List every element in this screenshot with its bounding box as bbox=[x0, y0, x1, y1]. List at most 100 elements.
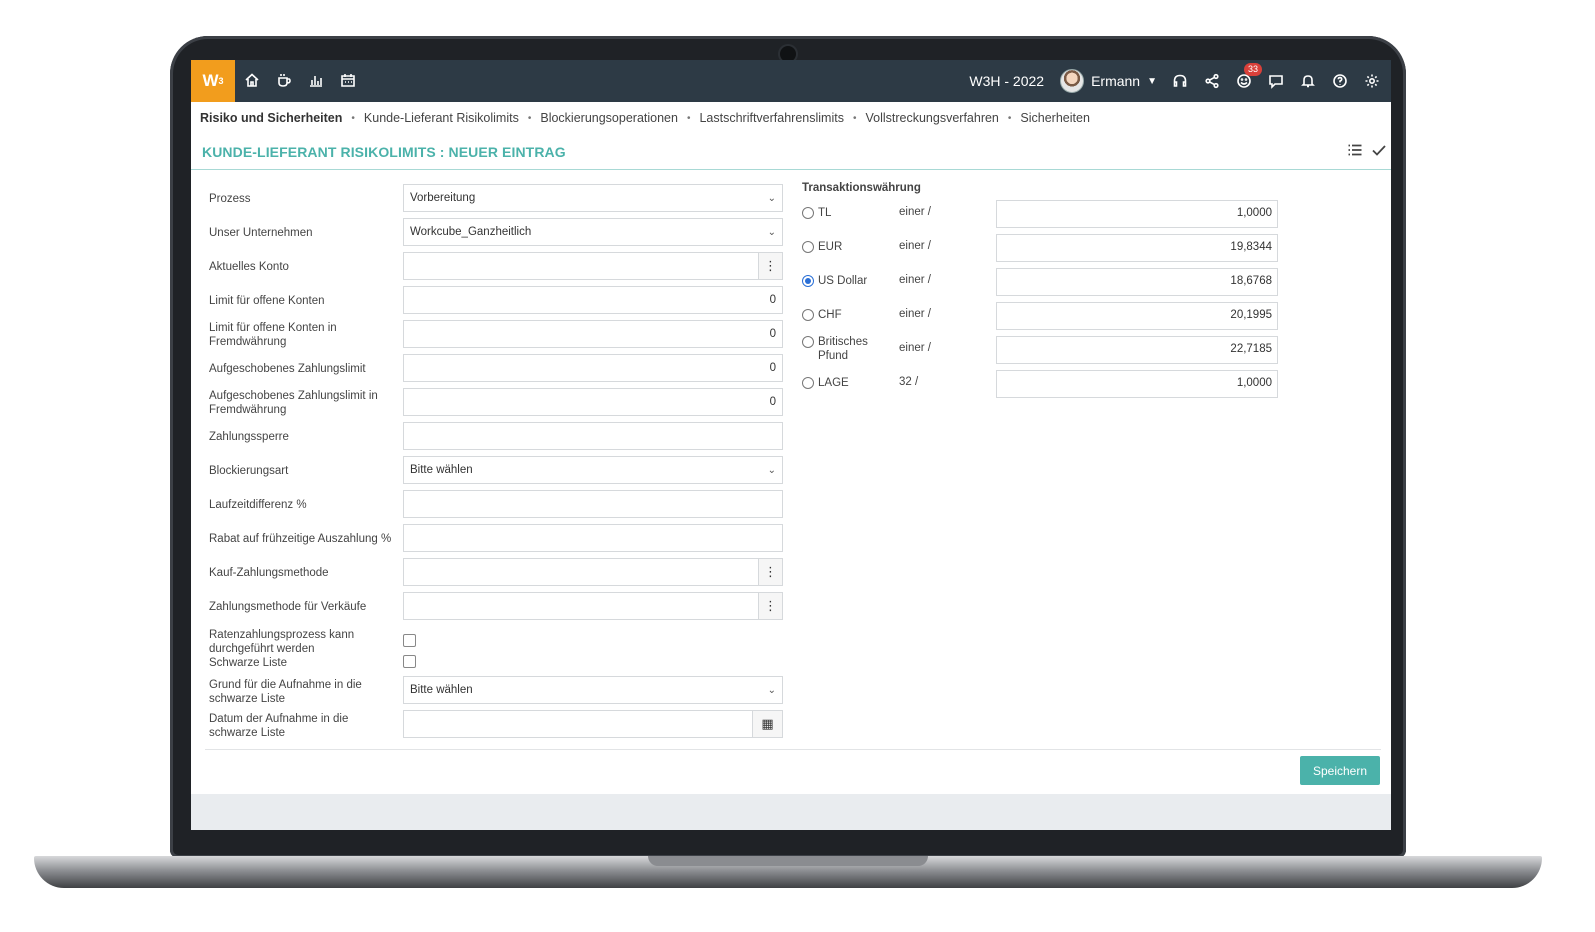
breadcrumb-item[interactable]: Risiko und Sicherheiten bbox=[200, 111, 342, 125]
breadcrumb-item[interactable]: Kunde-Lieferant Risikolimits bbox=[364, 111, 519, 125]
field-label: Aufgeschobenes Zahlungslimit in Fremdwäh… bbox=[209, 390, 378, 416]
currency-rate-input[interactable]: 19,8344 bbox=[996, 234, 1278, 262]
separator-dot: • bbox=[1007, 112, 1012, 124]
currency-radio[interactable] bbox=[802, 207, 814, 219]
help-icon[interactable] bbox=[1331, 72, 1349, 90]
chevron-down-icon: ⌄ bbox=[767, 226, 776, 238]
laptop-notch bbox=[648, 856, 928, 866]
field-label: Limit für offene Konten in Fremdwährung bbox=[209, 322, 337, 348]
payment-block-input[interactable] bbox=[403, 422, 783, 450]
currency-radio[interactable] bbox=[802, 336, 814, 348]
chart-icon[interactable] bbox=[307, 71, 325, 89]
block-type-select[interactable]: Bitte wählen ⌄ bbox=[403, 456, 783, 484]
gear-icon[interactable] bbox=[1363, 72, 1381, 90]
coffee-icon[interactable] bbox=[275, 71, 293, 89]
nav-icons bbox=[243, 71, 357, 89]
purchase-method-input[interactable]: ⋮ bbox=[403, 558, 783, 586]
field-label: Rabat auf frühzeitige Auszahlung % bbox=[209, 533, 392, 545]
installment-checkbox[interactable] bbox=[403, 634, 416, 647]
blacklist-date-input[interactable]: ▦ bbox=[403, 710, 783, 738]
top-right-area: W3H - 2022 Ermann ▼ 33 bbox=[969, 60, 1381, 102]
app-logo[interactable]: W3 bbox=[191, 60, 235, 102]
screen: W3 W3H - 2022 Ermann ▼ 33 Risiko und Sic… bbox=[191, 60, 1391, 830]
currency-unit: einer / bbox=[899, 274, 931, 286]
term-diff-input[interactable] bbox=[403, 490, 783, 518]
currency-rate-input[interactable]: 18,6768 bbox=[996, 268, 1278, 296]
blacklist-checkbox[interactable] bbox=[403, 655, 416, 668]
calendar-icon[interactable]: ▦ bbox=[752, 711, 782, 737]
breadcrumb-item[interactable]: Vollstreckungsverfahren bbox=[865, 111, 998, 125]
field-label: Aufgeschobenes Zahlungslimit bbox=[209, 363, 366, 375]
field-label: Datum der Aufnahme in die schwarze Liste bbox=[209, 713, 349, 739]
page-title: KUNDE-LIEFERANT RISIKOLIMITS : NEUER EIN… bbox=[202, 144, 566, 160]
open-limit-fx-input[interactable]: 0 bbox=[403, 320, 783, 348]
breadcrumb-item[interactable]: Blockierungsoperationen bbox=[540, 111, 678, 125]
avatar bbox=[1060, 69, 1085, 93]
currency-rate-input[interactable]: 1,0000 bbox=[996, 370, 1278, 398]
currency-row: EUR einer / 19,8344 bbox=[802, 234, 1282, 264]
user-menu[interactable]: Ermann ▼ bbox=[1060, 69, 1157, 93]
currency-radio[interactable] bbox=[802, 377, 814, 389]
currency-row: LAGE 32 / 1,0000 bbox=[802, 370, 1282, 400]
more-options-icon[interactable]: ⋮ bbox=[758, 253, 782, 279]
currency-radio-selected[interactable] bbox=[802, 275, 814, 287]
deferred-limit-input[interactable]: 0 bbox=[403, 354, 783, 382]
blacklist-reason-select[interactable]: Bitte wählen ⌄ bbox=[403, 676, 783, 704]
sales-method-input[interactable]: ⋮ bbox=[403, 592, 783, 620]
currency-row: TL einer / 1,0000 bbox=[802, 200, 1282, 230]
check-icon[interactable] bbox=[1371, 142, 1387, 163]
smiley-icon[interactable]: 33 bbox=[1235, 63, 1263, 90]
save-button[interactable]: Speichern bbox=[1300, 756, 1380, 785]
field-label: Laufzeitdifferenz % bbox=[209, 499, 307, 511]
field-label: Unser Unternehmen bbox=[209, 227, 313, 239]
currency-rate-input[interactable]: 1,0000 bbox=[996, 200, 1278, 228]
company-select[interactable]: Workcube_Ganzheitlich ⌄ bbox=[403, 218, 783, 246]
separator-dot: • bbox=[852, 112, 857, 124]
calendar-icon[interactable] bbox=[339, 71, 357, 89]
currency-name: Britisches Pfund bbox=[818, 336, 868, 362]
notification-badge: 33 bbox=[1244, 63, 1263, 76]
deferred-limit-fx-input[interactable]: 0 bbox=[403, 388, 783, 416]
currency-rate-input[interactable]: 22,7185 bbox=[996, 336, 1278, 364]
field-label: Aktuelles Konto bbox=[209, 261, 289, 273]
period-selector[interactable]: W3H - 2022 bbox=[969, 73, 1044, 89]
bell-icon[interactable] bbox=[1299, 72, 1317, 90]
form-card: KUNDE-LIEFERANT RISIKOLIMITS : NEUER EIN… bbox=[191, 134, 1391, 794]
separator-dot: • bbox=[351, 112, 355, 124]
share-icon[interactable] bbox=[1203, 72, 1221, 90]
chevron-down-icon: ⌄ bbox=[767, 684, 776, 696]
currency-unit: 32 / bbox=[899, 376, 919, 388]
account-input[interactable]: ⋮ bbox=[403, 252, 783, 280]
currency-name: LAGE bbox=[818, 377, 849, 389]
card-header: KUNDE-LIEFERANT RISIKOLIMITS : NEUER EIN… bbox=[191, 134, 1391, 170]
chevron-down-icon: ⌄ bbox=[767, 192, 776, 204]
more-options-icon[interactable]: ⋮ bbox=[758, 593, 782, 619]
field-label: Grund für die Aufnahme in die schwarze L… bbox=[209, 679, 362, 705]
currency-rate-input[interactable]: 20,1995 bbox=[996, 302, 1278, 330]
currency-row: CHF einer / 20,1995 bbox=[802, 302, 1282, 332]
breadcrumb-item[interactable]: Lastschriftverfahrenslimits bbox=[699, 111, 844, 125]
currency-name: EUR bbox=[818, 241, 843, 253]
currency-unit: einer / bbox=[899, 240, 931, 252]
field-label: Zahlungsmethode für Verkäufe bbox=[209, 601, 367, 613]
currency-unit: einer / bbox=[899, 342, 931, 354]
separator-dot: • bbox=[527, 112, 532, 124]
early-discount-input[interactable] bbox=[403, 524, 783, 552]
breadcrumb-item[interactable]: Sicherheiten bbox=[1020, 111, 1090, 125]
headset-icon[interactable] bbox=[1171, 72, 1189, 90]
process-select[interactable]: Vorbereitung ⌄ bbox=[403, 184, 783, 212]
field-label: Kauf-Zahlungsmethode bbox=[209, 567, 329, 579]
currency-radio[interactable] bbox=[802, 309, 814, 321]
chat-icon[interactable] bbox=[1267, 72, 1285, 90]
divider bbox=[205, 749, 1381, 750]
field-label: Ratenzahlungsprozess kann durchgeführt w… bbox=[209, 629, 355, 655]
currency-radio[interactable] bbox=[802, 241, 814, 253]
field-label: Zahlungssperre bbox=[209, 431, 289, 443]
open-limit-input[interactable]: 0 bbox=[403, 286, 783, 314]
list-icon[interactable] bbox=[1347, 142, 1363, 163]
currency-name: TL bbox=[818, 207, 832, 219]
more-options-icon[interactable]: ⋮ bbox=[758, 559, 782, 585]
home-icon[interactable] bbox=[243, 71, 261, 89]
chevron-down-icon: ▼ bbox=[1147, 75, 1157, 87]
field-label: Schwarze Liste bbox=[209, 657, 287, 669]
